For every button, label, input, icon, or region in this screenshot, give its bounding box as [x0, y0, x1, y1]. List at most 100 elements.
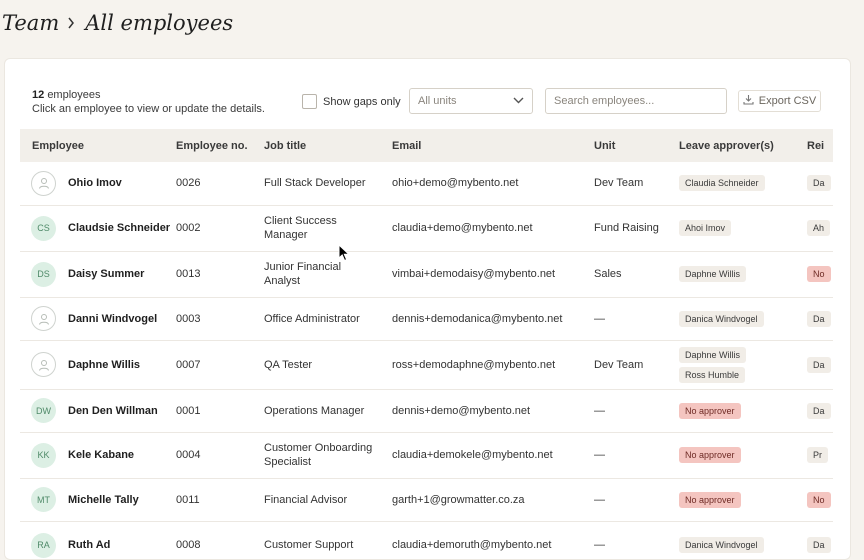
approver-chip: Daphne Willis — [679, 346, 747, 363]
units-select[interactable]: All units — [409, 88, 533, 114]
column-header-rei[interactable]: Rei — [807, 129, 833, 162]
table-row[interactable]: MT Michelle Tally 0011 Financial Advisor gar… — [20, 478, 833, 522]
approver-chip: Claudia Schneider — [679, 175, 765, 192]
approver-chip: Ross Humble — [679, 366, 746, 383]
show-gaps-label: Show gaps only — [323, 95, 401, 108]
chevron-down-icon — [513, 95, 524, 107]
employees-card: 12 employees Click an employee to view o… — [4, 58, 851, 560]
leave-approvers: Daphne Willis Ross Humble — [679, 340, 807, 390]
employee-email: claudia+demokele@mybento.net — [392, 432, 594, 479]
leave-approvers: Daphne Willis — [679, 251, 807, 298]
mouse-cursor-icon — [338, 243, 351, 267]
export-csv-label: Export CSV — [758, 95, 817, 107]
table-row[interactable]: DS Daisy Summer 0013 Junior Financial Analys… — [20, 251, 833, 298]
column-header-email[interactable]: Email — [392, 129, 594, 162]
rei-cell: Da — [807, 340, 833, 390]
job-title: Financial Advisor — [264, 478, 392, 522]
rei-chip: No — [807, 491, 831, 508]
avatar-photo-icon — [31, 352, 56, 377]
show-gaps-toggle[interactable]: Show gaps only — [302, 94, 401, 109]
employee-email: vimbai+demodaisy@mybento.net — [392, 251, 594, 298]
employee-name[interactable]: Daisy Summer — [68, 268, 144, 280]
job-title-line: Analyst — [264, 275, 301, 287]
column-header-employee[interactable]: Employee — [20, 129, 176, 162]
approver-chip: Danica Windvogel — [679, 310, 764, 327]
export-csv-button[interactable]: Export CSV — [738, 90, 821, 112]
rei-chip: Da — [807, 537, 831, 553]
job-title: Customer Support — [264, 521, 392, 559]
employee-number: 0001 — [176, 389, 264, 433]
job-title: Customer Onboarding Specialist — [264, 432, 392, 479]
rei-chip: Da — [807, 402, 831, 419]
approver-chip: No approver — [679, 491, 741, 508]
job-title: Client Success Manager — [264, 205, 392, 252]
job-title-line: QA Tester — [264, 358, 313, 371]
job-title-line: Junior Financial — [264, 261, 342, 273]
show-gaps-checkbox[interactable] — [302, 94, 317, 109]
job-title-line: Full Stack Developer — [264, 177, 366, 190]
employee-number: 0008 — [176, 521, 264, 559]
column-header-leave-approvers[interactable]: Leave approver(s) — [679, 129, 807, 162]
breadcrumb-team-link[interactable]: Team — [2, 11, 59, 35]
download-icon — [743, 94, 754, 108]
employee-number: 0013 — [176, 251, 264, 298]
employee-unit: Fund Raising — [594, 205, 679, 252]
table-row[interactable]: Daphne Willis 0007 QA Tester ross+demodaphn… — [20, 340, 833, 390]
employee-name[interactable]: Danni Windvogel — [68, 313, 157, 325]
leave-approvers: Claudia Schneider — [679, 162, 807, 206]
column-header-unit[interactable]: Unit — [594, 129, 679, 162]
job-title: Junior Financial Analyst — [264, 251, 392, 298]
search-input[interactable] — [545, 88, 727, 114]
column-header-employee-no[interactable]: Employee no. — [176, 129, 264, 162]
chevron-right-icon — [67, 17, 75, 29]
employee-email: ross+demodaphne@mybento.net — [392, 340, 594, 390]
avatar-photo-icon — [31, 306, 56, 331]
employee-number: 0002 — [176, 205, 264, 252]
table-row[interactable]: CS Claudsie Schneider 0002 Client Success Ma… — [20, 205, 833, 252]
employee-name[interactable]: Daphne Willis — [68, 359, 140, 371]
job-title-line: Customer Onboarding — [264, 442, 373, 454]
leave-approvers: Danica Windvogel — [679, 521, 807, 559]
leave-approvers: Ahoi Imov — [679, 205, 807, 252]
leave-approvers: No approver — [679, 432, 807, 479]
rei-cell: Da — [807, 389, 833, 433]
avatar: RA — [31, 532, 56, 558]
employee-name[interactable]: Den Den Willman — [68, 405, 158, 417]
job-title-line: Office Administrator — [264, 312, 360, 325]
employee-count: 12 — [32, 89, 45, 101]
employee-email: claudia+demoruth@mybento.net — [392, 521, 594, 559]
leave-approvers: No approver — [679, 389, 807, 433]
job-title: Operations Manager — [264, 389, 392, 433]
rei-chip: Pr — [807, 447, 828, 463]
column-header-job-title[interactable]: Job title — [264, 129, 392, 162]
table-row[interactable]: DW Den Den Willman 0001 Operations Manager d… — [20, 389, 833, 433]
job-title: Full Stack Developer — [264, 162, 392, 206]
employee-name[interactable]: Ruth Ad — [68, 539, 110, 551]
units-select-value: All units — [418, 95, 457, 107]
employee-name[interactable]: Kele Kabane — [68, 449, 134, 461]
table-row[interactable]: RA Ruth Ad 0008 Customer Support claudia+dem… — [20, 521, 833, 559]
table-row[interactable]: Danni Windvogel 0003 Office Administrator d… — [20, 297, 833, 341]
employee-email: claudia+demo@mybento.net — [392, 205, 594, 252]
job-title-line: Client Success — [264, 215, 337, 227]
approver-chip: Daphne Willis — [679, 266, 747, 282]
employee-count-suffix: employees — [47, 89, 101, 101]
employee-name[interactable]: Claudsie Schneider — [68, 222, 170, 234]
avatar: CS — [31, 215, 56, 241]
employee-email: ohio+demo@mybento.net — [392, 162, 594, 206]
employee-name[interactable]: Michelle Tally — [68, 494, 139, 506]
rei-cell: No — [807, 478, 833, 522]
rei-cell: Pr — [807, 432, 833, 479]
leave-approvers: Danica Windvogel — [679, 297, 807, 341]
table-row[interactable]: Ohio Imov 0026 Full Stack Developer ohio+de… — [20, 162, 833, 206]
job-title: Office Administrator — [264, 297, 392, 341]
employee-name[interactable]: Ohio Imov — [68, 177, 122, 189]
employee-number: 0003 — [176, 297, 264, 341]
avatar: KK — [31, 442, 56, 468]
job-title-line: Customer Support — [264, 539, 354, 551]
rei-cell: Da — [807, 297, 833, 341]
approver-chip: Ahoi Imov — [679, 220, 732, 236]
employee-number: 0007 — [176, 340, 264, 390]
table-row[interactable]: KK Kele Kabane 0004 Customer Onboarding Spec… — [20, 432, 833, 479]
employee-number: 0026 — [176, 162, 264, 206]
